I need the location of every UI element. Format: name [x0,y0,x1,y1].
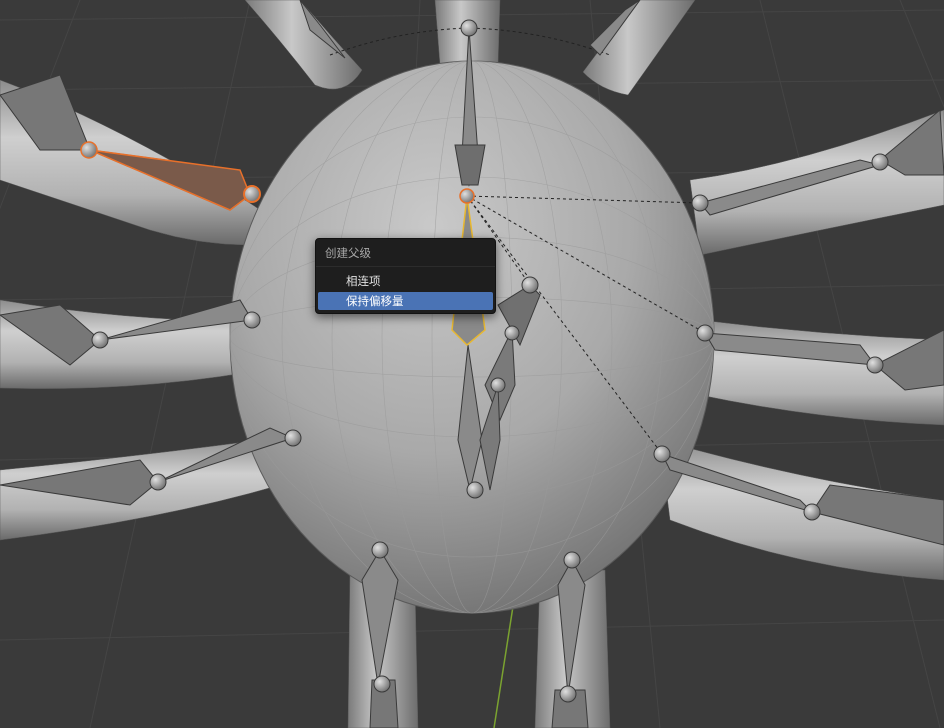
y-axis-line [493,599,515,728]
menu-title: 创建父级 [325,246,371,260]
viewport-scene[interactable] [0,0,944,728]
menu-item-keep-offset[interactable]: 保持偏移量 [318,292,493,310]
menu-item-connected[interactable]: 相连项 [318,272,493,290]
menu-separator [316,266,495,267]
parent-context-menu[interactable]: 创建父级 相连项 保持偏移量 [315,238,496,314]
3d-viewport[interactable] [0,0,944,728]
